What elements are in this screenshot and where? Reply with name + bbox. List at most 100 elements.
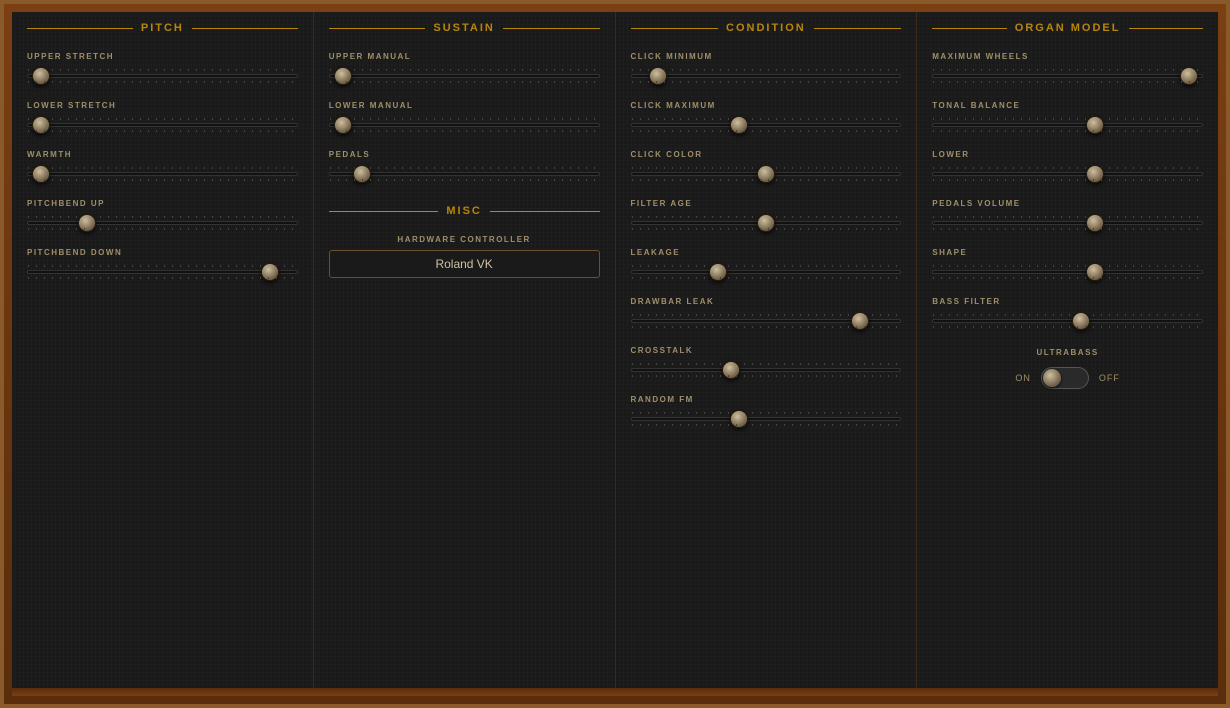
tonal-balance-thumb[interactable] — [1086, 116, 1104, 134]
shape-label: SHAPE — [932, 248, 1203, 257]
pedals-volume-track-container — [932, 212, 1203, 234]
upper-stretch-track — [27, 74, 298, 78]
shape-track-container — [932, 261, 1203, 283]
click-color-track — [631, 172, 902, 176]
hw-controller-label: HARDWARE CONTROLLER — [329, 235, 600, 244]
drawbar-leak-group: DRAWBAR LEAK — [631, 297, 902, 332]
pitch-title: PITCH — [27, 22, 298, 34]
main-panel: PITCH UPPER STRETCH LOWER STRETCH — [12, 12, 1218, 688]
pitchbend-up-track-container — [27, 212, 298, 234]
tonal-balance-group: TONAL BALANCE — [932, 101, 1203, 136]
filter-age-track — [631, 221, 902, 225]
click-minimum-thumb[interactable] — [649, 67, 667, 85]
upper-manual-thumb[interactable] — [334, 67, 352, 85]
lower-stretch-thumb[interactable] — [32, 116, 50, 134]
pedals-volume-thumb[interactable] — [1086, 214, 1104, 232]
filter-age-track-container — [631, 212, 902, 234]
pitchbend-down-group: PITCHBEND DOWN — [27, 248, 298, 283]
leakage-track-container — [631, 261, 902, 283]
upper-stretch-thumb[interactable] — [32, 67, 50, 85]
ultrabass-toggle-group: ON OFF — [932, 367, 1203, 389]
maximum-wheels-track — [932, 74, 1203, 78]
ultrabass-on-label: ON — [1015, 373, 1031, 383]
lower-stretch-label: LOWER STRETCH — [27, 101, 298, 110]
pedals-label: PEDALS — [329, 150, 600, 159]
bass-filter-track — [932, 319, 1203, 323]
filter-age-group: FILTER AGE — [631, 199, 902, 234]
lower-group: LOWER — [932, 150, 1203, 185]
pitchbend-up-label: PITCHBEND UP — [27, 199, 298, 208]
upper-stretch-track-container — [27, 65, 298, 87]
click-color-thumb[interactable] — [757, 165, 775, 183]
organ-model-section: ORGAN MODEL MAXIMUM WHEELS TONAL BALANCE — [917, 12, 1218, 688]
leakage-group: LEAKAGE — [631, 248, 902, 283]
maximum-wheels-track-container — [932, 65, 1203, 87]
ultrabass-container: ULTRABASS ON OFF — [932, 348, 1203, 389]
pitchbend-down-thumb[interactable] — [261, 263, 279, 281]
warmth-group: WARMTH — [27, 150, 298, 185]
click-minimum-track-container — [631, 65, 902, 87]
ultrabass-off-label: OFF — [1099, 373, 1120, 383]
drawbar-leak-thumb[interactable] — [851, 312, 869, 330]
lower-manual-thumb[interactable] — [334, 116, 352, 134]
shape-track — [932, 270, 1203, 274]
pedals-volume-label: PEDALS VOLUME — [932, 199, 1203, 208]
organ-model-title: ORGAN MODEL — [932, 22, 1203, 34]
bass-filter-thumb[interactable] — [1072, 312, 1090, 330]
pitchbend-down-track — [27, 270, 298, 274]
drawbar-leak-label: DRAWBAR LEAK — [631, 297, 902, 306]
lower-thumb[interactable] — [1086, 165, 1104, 183]
filter-age-thumb[interactable] — [757, 214, 775, 232]
pedals-track — [329, 172, 600, 176]
click-maximum-thumb[interactable] — [730, 116, 748, 134]
crosstalk-label: CROSSTALK — [631, 346, 902, 355]
crosstalk-track — [631, 368, 902, 372]
click-maximum-group: CLICK MAXIMUM — [631, 101, 902, 136]
drawbar-leak-track — [631, 319, 902, 323]
maximum-wheels-group: MAXIMUM WHEELS — [932, 52, 1203, 87]
maximum-wheels-label: MAXIMUM WHEELS — [932, 52, 1203, 61]
lower-track — [932, 172, 1203, 176]
crosstalk-group: CROSSTALK — [631, 346, 902, 381]
upper-stretch-label: UPPER STRETCH — [27, 52, 298, 61]
leakage-thumb[interactable] — [709, 263, 727, 281]
shape-thumb[interactable] — [1086, 263, 1104, 281]
lower-manual-track-container — [329, 114, 600, 136]
pitch-section: PITCH UPPER STRETCH LOWER STRETCH — [12, 12, 314, 688]
leakage-track — [631, 270, 902, 274]
lower-track-container — [932, 163, 1203, 185]
pitchbend-up-thumb[interactable] — [78, 214, 96, 232]
lower-manual-track — [329, 123, 600, 127]
maximum-wheels-thumb[interactable] — [1180, 67, 1198, 85]
warmth-track — [27, 172, 298, 176]
lower-manual-label: LOWER MANUAL — [329, 101, 600, 110]
ultrabass-toggle[interactable] — [1041, 367, 1089, 389]
upper-manual-group: UPPER MANUAL — [329, 52, 600, 87]
sustain-title: SUSTAIN — [329, 22, 600, 34]
click-maximum-label: CLICK MAXIMUM — [631, 101, 902, 110]
pedals-volume-track — [932, 221, 1203, 225]
bass-filter-track-container — [932, 310, 1203, 332]
filter-age-label: FILTER AGE — [631, 199, 902, 208]
pedals-track-container — [329, 163, 600, 185]
random-fm-thumb[interactable] — [730, 410, 748, 428]
click-maximum-track-container — [631, 114, 902, 136]
click-color-label: CLICK COLOR — [631, 150, 902, 159]
tonal-balance-track — [932, 123, 1203, 127]
pedals-volume-group: PEDALS VOLUME — [932, 199, 1203, 234]
warmth-track-container — [27, 163, 298, 185]
hw-controller-dropdown[interactable]: Roland VK — [329, 250, 600, 278]
crosstalk-thumb[interactable] — [722, 361, 740, 379]
upper-manual-track-container — [329, 65, 600, 87]
bass-filter-group: BASS FILTER — [932, 297, 1203, 332]
pitchbend-down-track-container — [27, 261, 298, 283]
pitchbend-up-track — [27, 221, 298, 225]
leakage-label: LEAKAGE — [631, 248, 902, 257]
warmth-thumb[interactable] — [32, 165, 50, 183]
pedals-group: PEDALS — [329, 150, 600, 185]
pedals-thumb[interactable] — [353, 165, 371, 183]
random-fm-track — [631, 417, 902, 421]
warmth-label: WARMTH — [27, 150, 298, 159]
upper-stretch-group: UPPER STRETCH — [27, 52, 298, 87]
click-color-group: CLICK COLOR — [631, 150, 902, 185]
